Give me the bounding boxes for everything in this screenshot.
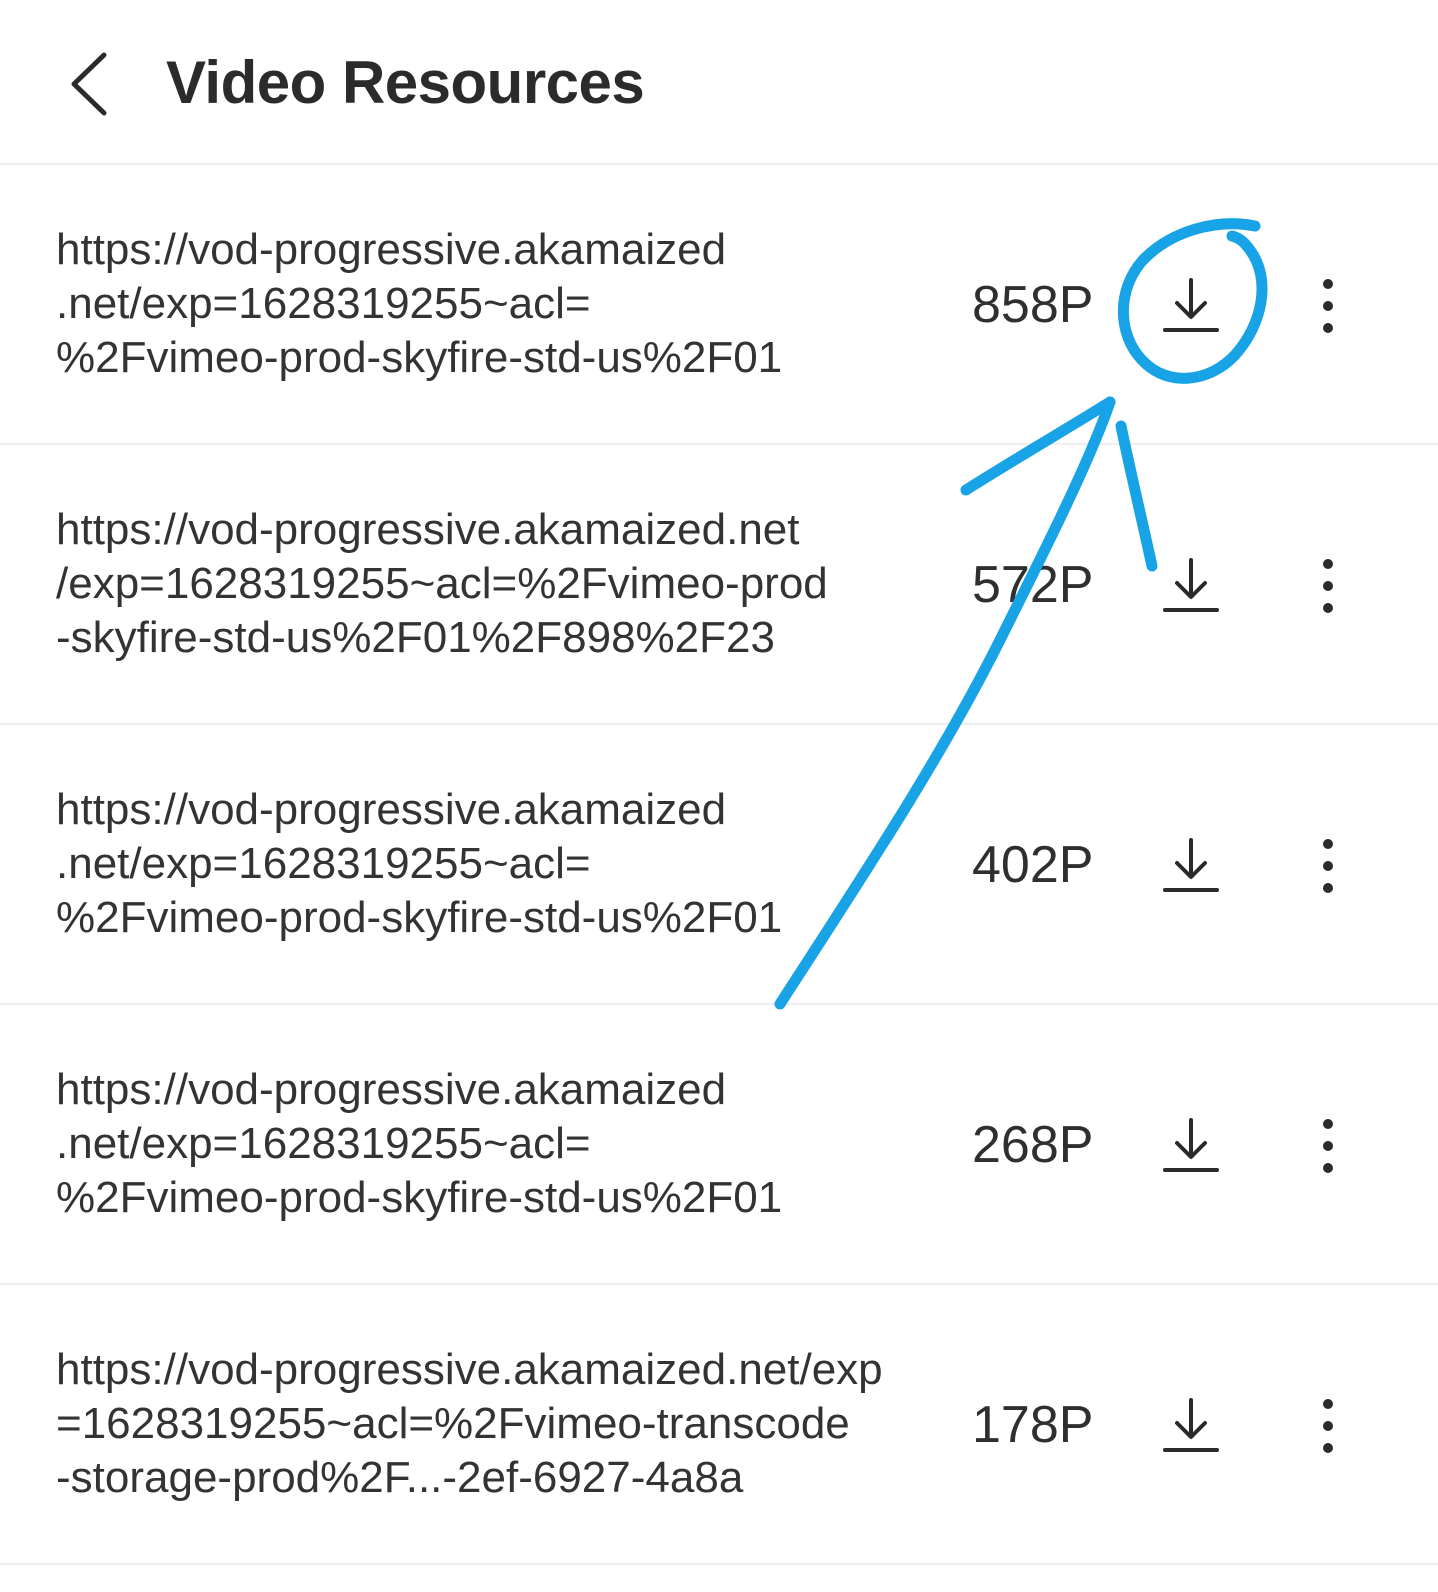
download-icon <box>1163 278 1219 332</box>
download-icon <box>1163 558 1219 612</box>
back-button[interactable] <box>52 42 122 126</box>
resolution-label: 572P <box>972 556 1094 614</box>
more-vertical-icon <box>1323 839 1333 893</box>
download-icon <box>1163 1398 1219 1452</box>
download-button[interactable] <box>1156 831 1226 901</box>
download-icon <box>1163 1118 1219 1172</box>
more-vertical-icon <box>1323 1399 1333 1453</box>
download-button[interactable] <box>1156 551 1226 621</box>
chevron-left-icon <box>71 52 107 116</box>
page-title: Video Resources <box>166 49 645 116</box>
resource-row: https://vod-progressive.akamaized .net/e… <box>0 725 1438 1005</box>
resource-url: https://vod-progressive.akamaized .net/e… <box>56 225 783 382</box>
resource-row: https://vod-progressive.akamaized.net/ex… <box>0 1285 1438 1565</box>
download-button[interactable] <box>1156 271 1226 341</box>
more-options-button[interactable] <box>1306 831 1350 901</box>
download-button[interactable] <box>1156 1391 1226 1461</box>
resource-url: https://vod-progressive.akamaized.net/ex… <box>56 1345 883 1502</box>
resource-row: https://vod-progressive.akamaized .net/e… <box>0 165 1438 445</box>
resolution-label: 858P <box>972 276 1094 334</box>
resource-row: https://vod-progressive.akamaized.net /e… <box>0 445 1438 725</box>
resolution-label: 178P <box>972 1396 1094 1454</box>
more-vertical-icon <box>1323 1119 1333 1173</box>
resolution-label: 268P <box>972 1116 1094 1174</box>
more-options-button[interactable] <box>1306 1391 1350 1461</box>
download-button[interactable] <box>1156 1111 1226 1181</box>
resource-url: https://vod-progressive.akamaized.net /e… <box>56 505 828 662</box>
more-vertical-icon <box>1323 279 1333 333</box>
more-vertical-icon <box>1323 559 1333 613</box>
resource-url: https://vod-progressive.akamaized .net/e… <box>56 1065 783 1222</box>
resource-row: https://vod-progressive.akamaized .net/e… <box>0 1005 1438 1285</box>
download-icon <box>1163 838 1219 892</box>
app-header: Video Resources <box>0 0 1438 165</box>
resolution-label: 402P <box>972 836 1094 894</box>
more-options-button[interactable] <box>1306 271 1350 341</box>
more-options-button[interactable] <box>1306 1111 1350 1181</box>
more-options-button[interactable] <box>1306 551 1350 621</box>
resource-list: https://vod-progressive.akamaized .net/e… <box>0 165 1438 1565</box>
resource-url: https://vod-progressive.akamaized .net/e… <box>56 785 783 942</box>
